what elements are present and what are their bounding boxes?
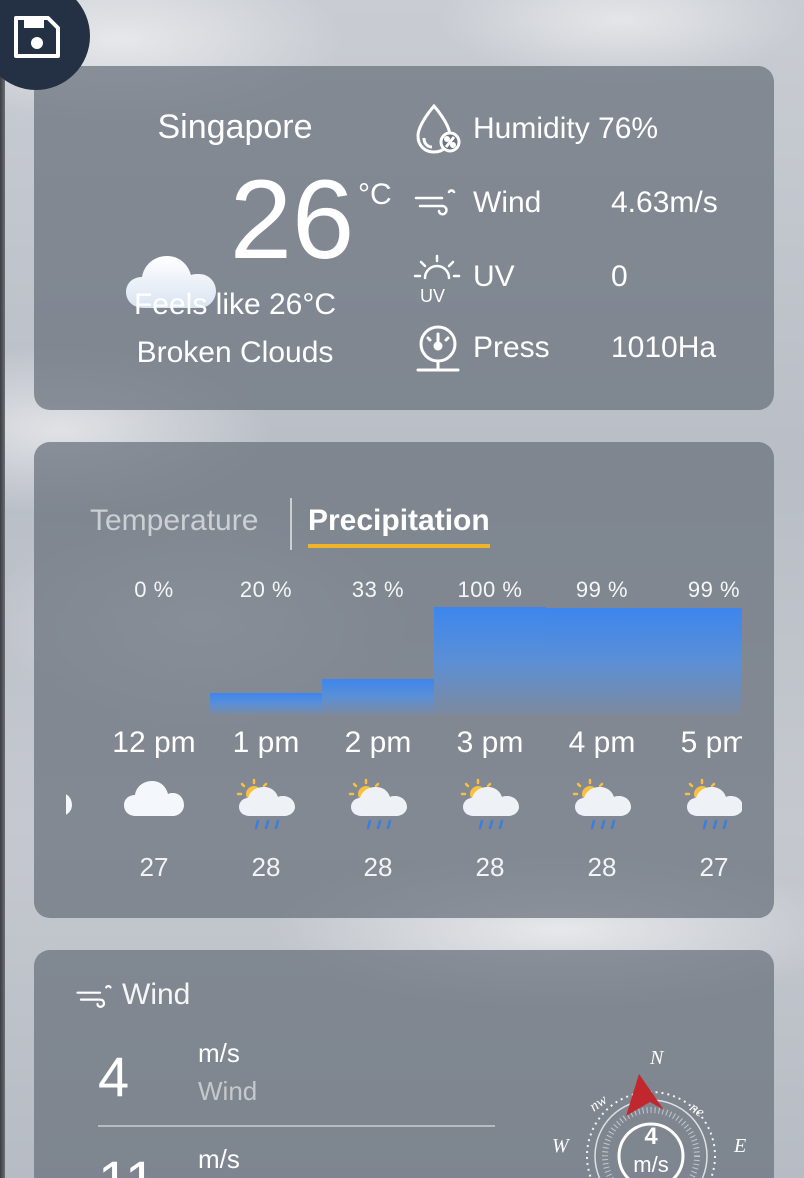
temperature-unit: °C [358, 178, 392, 211]
hourly-item: am 6 [66, 570, 98, 890]
wind-divider [98, 1125, 495, 1127]
compass-arrow-icon [626, 1074, 664, 1116]
wind-title: Wind [122, 978, 191, 1011]
wind-icon [74, 982, 114, 1017]
sun-cloud-rain-icon [460, 778, 522, 837]
hour-label: 12 pm [112, 726, 196, 759]
precip-bar [658, 608, 742, 715]
hourly-item: 0 % 12 pm 27 [98, 570, 210, 890]
hour-label: 2 pm [344, 726, 412, 759]
svg-text:UV: UV [420, 286, 445, 304]
hour-label: 4 pm [568, 726, 636, 759]
hourly-item: 33 % 2 pm 28 [322, 570, 434, 890]
window-edge [0, 0, 5, 1178]
wind-gust: 11 [98, 1148, 156, 1178]
humidity-label: Humidity 76% [473, 112, 659, 145]
precip-bar [434, 607, 546, 715]
precip-percent: 99 % [687, 577, 741, 602]
uv-icon: UV [412, 252, 462, 309]
tab-precipitation[interactable]: Precipitation [308, 504, 490, 548]
sun-cloud-rain-icon [572, 778, 634, 837]
wind-icon [412, 186, 458, 225]
compass-north: N [649, 1047, 665, 1069]
uv-value: 0 [611, 260, 628, 293]
hourly-item: 99 % 5 pm 27 [658, 570, 742, 890]
hourly-item: 99 % 4 pm 28 [546, 570, 658, 890]
wind-speed-unit: m/s [198, 1038, 240, 1068]
hour-temperature: 28 [251, 852, 281, 882]
compass-value: 4 [644, 1123, 658, 1150]
compass-west: W [552, 1135, 571, 1157]
sun-cloud-rain-icon [684, 778, 742, 837]
humidity-icon [412, 102, 464, 161]
precip-percent: 0 % [134, 577, 174, 602]
hourly-forecast-card: Temperature Precipitation am 6 0 % 12 pm 27 2… [34, 442, 774, 918]
tab-temperature[interactable]: Temperature [90, 504, 258, 538]
precip-percent: 100 % [457, 577, 523, 602]
tab-divider [290, 498, 292, 550]
precip-bar [210, 693, 322, 715]
precip-bar [322, 679, 434, 715]
wind-speed-label: Wind [198, 1076, 258, 1106]
hourly-item: 100 % 3 pm 28 [434, 570, 546, 890]
hour-temperature: 27 [699, 852, 729, 882]
current-weather-card: Singapore 26 °C Feels like 26°C Broken C… [34, 66, 774, 410]
hourly-strip[interactable]: am 6 0 % 12 pm 27 20 % 1 pm 28 33 % 2 pm 28 100 % 3 … [66, 570, 742, 890]
sun-cloud-rain-icon [236, 778, 298, 837]
wind-speed: 4 [98, 1045, 130, 1108]
precip-percent: 20 % [239, 577, 293, 602]
feels-like: Feels like 26°C [133, 288, 337, 321]
save-icon [14, 16, 60, 58]
pressure-value: 1010Ha [611, 331, 717, 364]
hour-temperature: 28 [475, 852, 505, 882]
wind-gust-unit: m/s [198, 1144, 240, 1174]
hour-temperature: 6 [66, 852, 98, 883]
wind-label: Wind [473, 186, 542, 219]
hour-temperature: 28 [587, 852, 617, 882]
sun-cloud-rain-icon [348, 778, 410, 837]
uv-label: UV [473, 260, 515, 293]
precip-bar [546, 608, 658, 715]
compass-unit: m/s [633, 1152, 668, 1177]
hour-label: 1 pm [232, 726, 300, 759]
city-name: Singapore [157, 108, 313, 146]
hourly-item: 20 % 1 pm 28 [210, 570, 322, 890]
pressure-gauge-icon [412, 324, 464, 379]
hour-label: 5 pm [680, 726, 742, 759]
wind-card: Wind 4 m/s Wind 11 m/s N ne nw E W 4 m/s [34, 950, 774, 1178]
pressure-label: Press [473, 331, 550, 364]
hour-label: 3 pm [456, 726, 524, 759]
compass-northwest: nw [587, 1092, 611, 1115]
precip-percent: 33 % [351, 577, 405, 602]
wind-value: 4.63m/s [611, 186, 718, 219]
cloud-icon [66, 778, 72, 823]
hour-temperature: 28 [363, 852, 393, 882]
wind-compass: N ne nw E W 4 m/s [546, 1046, 756, 1178]
compass-northeast: ne [686, 1100, 707, 1121]
compass-east: E [733, 1135, 746, 1157]
precip-percent: 99 % [575, 577, 629, 602]
hour-temperature: 27 [139, 852, 169, 882]
current-temperature: 26 [229, 157, 355, 282]
cloud-icon [124, 778, 184, 823]
hour-label: am [66, 726, 98, 760]
weather-description: Broken Clouds [136, 336, 334, 369]
